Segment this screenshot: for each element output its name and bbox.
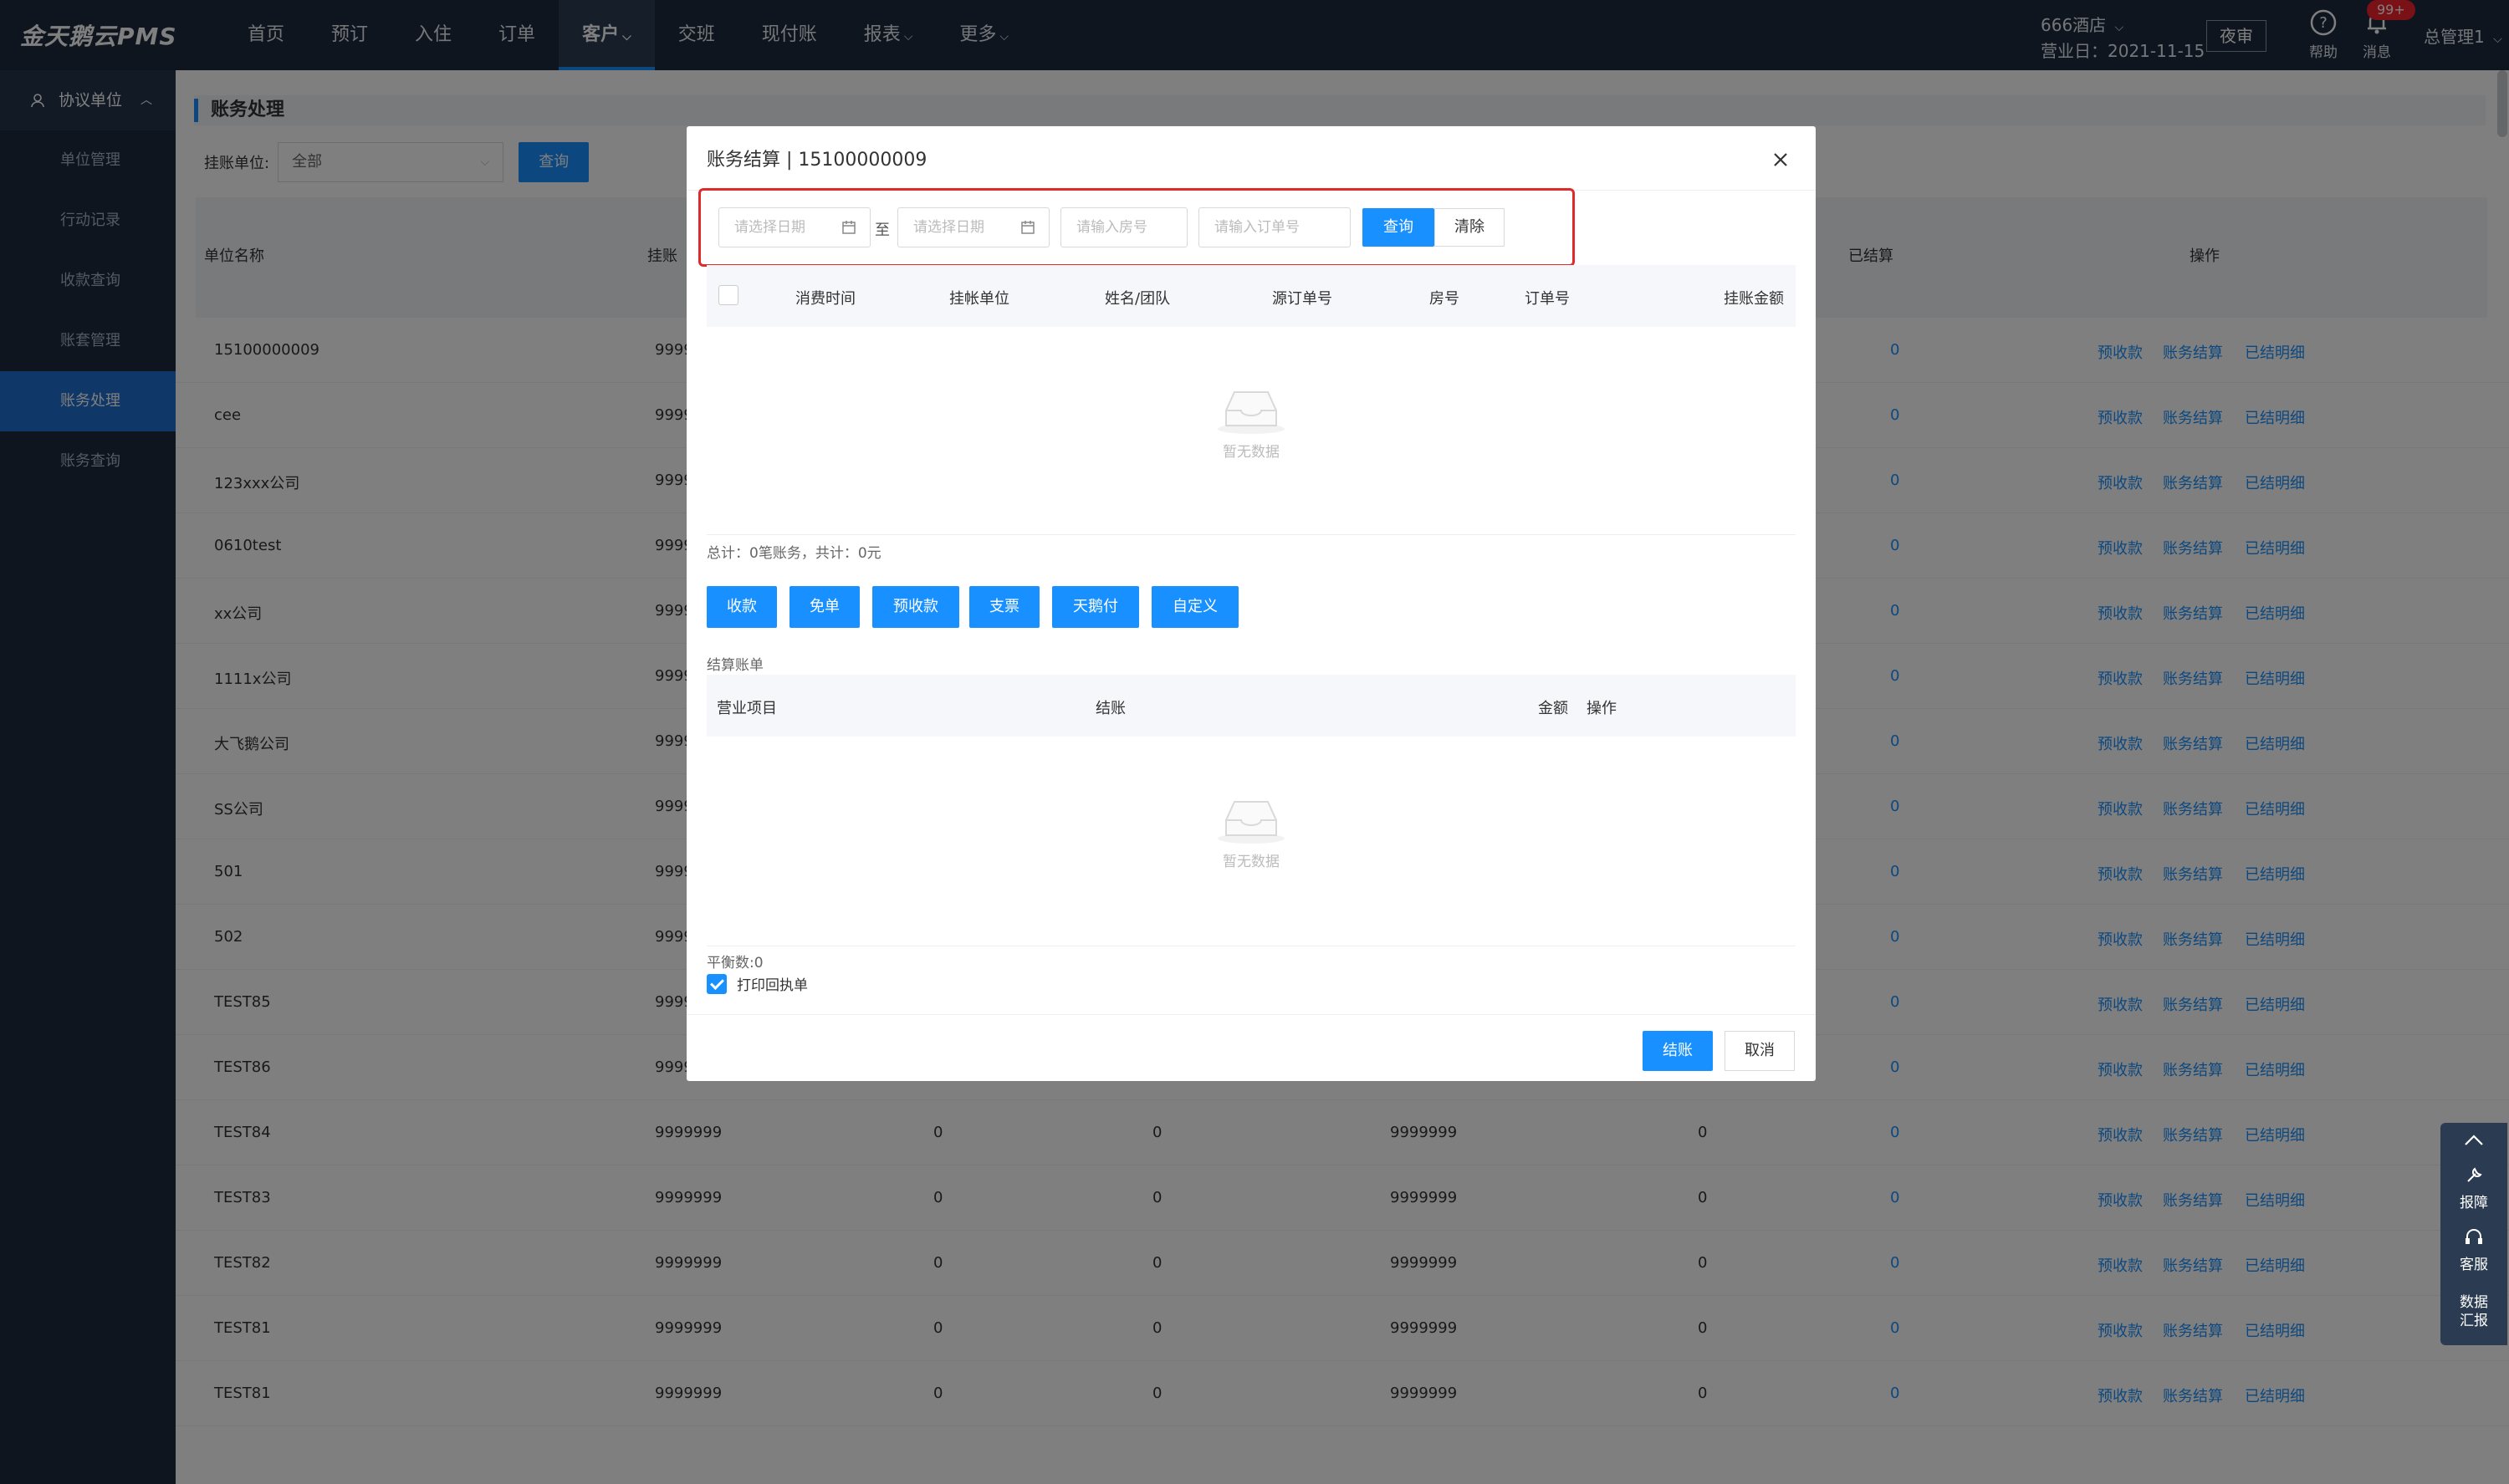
close-icon[interactable] <box>1771 150 1791 170</box>
checkout-button[interactable]: 结账 <box>1643 1031 1713 1071</box>
chevron-up-icon[interactable] <box>2440 1131 2507 1151</box>
collect-button[interactable]: 收款 <box>707 586 777 628</box>
dialog-query-button[interactable]: 查询 <box>1362 208 1434 247</box>
section-title: 结算账单 <box>707 657 764 674</box>
settlement-table-header: 营业项目 结账 金额 操作 <box>707 675 1796 737</box>
customer-service-label: 客服 <box>2460 1257 2488 1273</box>
col-room: 房号 <box>1429 290 1459 308</box>
dialog-clear-button[interactable]: 清除 <box>1434 208 1505 247</box>
start-date-input[interactable]: 请选择日期 <box>718 207 871 247</box>
custom-button[interactable]: 自定义 <box>1152 586 1239 628</box>
cancel-button[interactable]: 取消 <box>1725 1031 1795 1071</box>
col-action: 操作 <box>1587 700 1617 717</box>
order-placeholder: 请输入订单号 <box>1214 219 1300 236</box>
report-issue-label: 报障 <box>2460 1195 2488 1211</box>
divider <box>707 534 1796 535</box>
date-range-separator: 至 <box>875 222 890 239</box>
col-unit: 挂帐单位 <box>949 290 1009 308</box>
calendar-icon <box>1021 221 1035 234</box>
col-time: 消费时间 <box>795 290 856 308</box>
customer-service-button[interactable]: 客服 <box>2440 1226 2507 1273</box>
room-number-input[interactable]: 请输入房号 <box>1060 207 1188 247</box>
data-report-label-1: 数据 <box>2460 1294 2488 1311</box>
balance-text: 平衡数:0 <box>707 955 764 971</box>
settlement-dialog: 账务结算 | 15100000009 请选择日期 至 请选择日期 请输入房号 请… <box>687 126 1816 1081</box>
empty-inbox-icon <box>1218 801 1285 844</box>
col-guest: 姓名/团队 <box>1105 290 1171 308</box>
floating-panel: 报障 客服 数据 汇报 <box>2440 1123 2507 1345</box>
empty-text: 暂无数据 <box>1223 854 1280 870</box>
start-date-placeholder: 请选择日期 <box>734 219 805 236</box>
headset-icon <box>2466 1229 2482 1244</box>
col-sum: 金额 <box>1538 700 1568 717</box>
print-receipt-label: 打印回执单 <box>737 977 808 994</box>
data-report-label-2: 汇报 <box>2460 1313 2488 1329</box>
dialog-title: 账务结算 | 15100000009 <box>707 150 927 171</box>
cheque-button[interactable]: 支票 <box>969 586 1040 628</box>
empty-state: 暂无数据 <box>1168 795 1335 870</box>
swan-pay-button[interactable]: 天鹅付 <box>1052 586 1139 628</box>
empty-text: 暂无数据 <box>1223 444 1280 461</box>
charges-table-header: 消费时间 挂帐单位 姓名/团队 源订单号 房号 订单号 挂账金额 <box>707 265 1796 327</box>
summary-text: 总计：0笔账务，共计：0元 <box>707 545 881 562</box>
end-date-placeholder: 请选择日期 <box>913 219 984 236</box>
checkbox-checked-icon <box>707 973 727 994</box>
end-date-input[interactable]: 请选择日期 <box>897 207 1050 247</box>
waive-button[interactable]: 免单 <box>789 586 860 628</box>
col-settle: 结账 <box>1096 700 1126 717</box>
empty-inbox-icon <box>1218 391 1285 434</box>
print-receipt-checkbox[interactable]: 打印回执单 <box>707 973 808 994</box>
col-item: 营业项目 <box>717 700 777 717</box>
report-issue-button[interactable]: 报障 <box>2440 1165 2507 1211</box>
room-placeholder: 请输入房号 <box>1076 219 1147 236</box>
calendar-icon <box>842 221 856 234</box>
col-order: 订单号 <box>1525 290 1570 308</box>
col-source-order: 源订单号 <box>1272 290 1332 308</box>
prepay-button[interactable]: 预收款 <box>872 586 959 628</box>
col-amount: 挂账金额 <box>1724 290 1784 308</box>
select-all-checkbox[interactable] <box>718 285 738 305</box>
data-report-button[interactable]: 数据 汇报 <box>2440 1293 2507 1330</box>
empty-state: 暂无数据 <box>1168 385 1335 461</box>
wrench-icon <box>2467 1167 2482 1182</box>
order-number-input[interactable]: 请输入订单号 <box>1198 207 1351 247</box>
divider <box>687 1014 1816 1015</box>
